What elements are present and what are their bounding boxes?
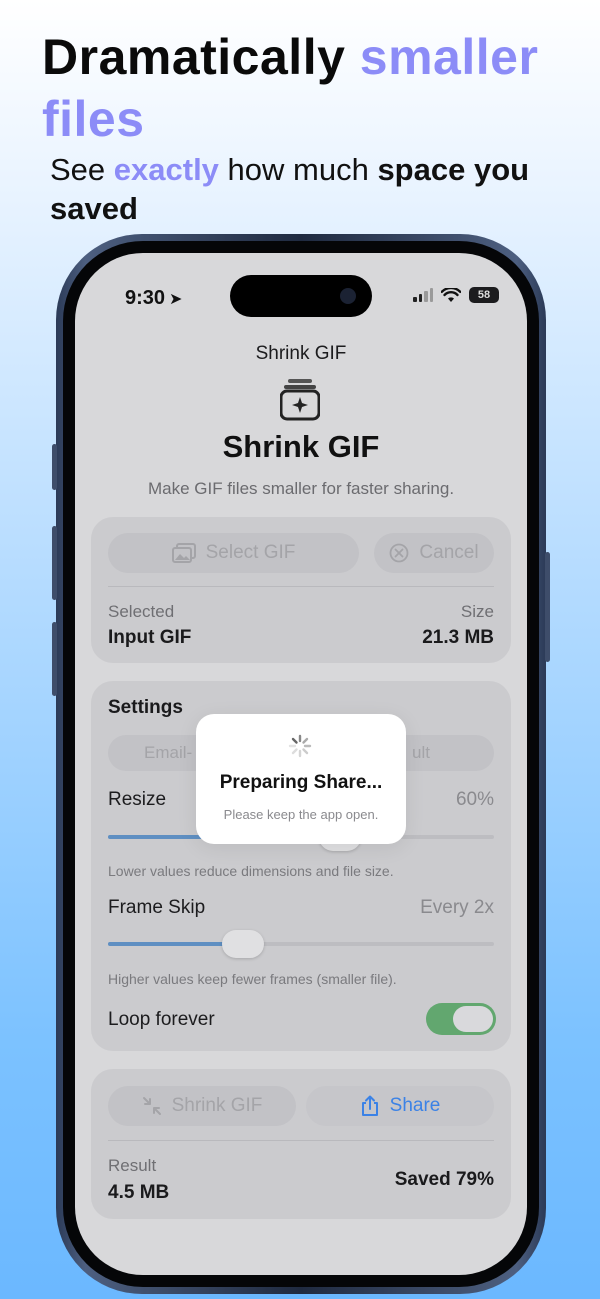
status-icons: 58	[413, 287, 499, 303]
app-stack-sparkle-icon	[280, 379, 320, 421]
share-label: Share	[389, 1095, 441, 1116]
cellular-signal-icon	[413, 288, 433, 302]
headline-text: Dramatically	[42, 29, 360, 85]
resize-hint: Lower values reduce dimensions and file …	[108, 863, 394, 879]
photo-stack-icon	[171, 543, 196, 563]
card-divider	[108, 1140, 494, 1141]
cancel-label: Cancel	[419, 542, 479, 563]
status-time: 9:30 ➤	[125, 287, 182, 310]
frame-skip-label: Frame Skip	[108, 897, 206, 918]
card-divider	[108, 586, 494, 587]
share-button[interactable]: Share	[306, 1086, 494, 1126]
frame-skip-slider[interactable]	[108, 930, 494, 958]
page-title: Shrink GIF	[222, 429, 380, 464]
phone-frame: 9:30 ➤ 58 Shrink GIF Shrink GIF Make GIF…	[52, 234, 550, 1294]
resize-value: 60%	[455, 789, 494, 810]
subhead-accent: exactly	[113, 152, 219, 187]
cancel-button[interactable]: Cancel	[374, 533, 494, 573]
hud-title: Preparing Share...	[219, 772, 383, 793]
segment-email-label[interactable]: Email-	[144, 743, 192, 763]
selected-file-name: Input GIF	[108, 627, 192, 648]
selected-caption: Selected	[108, 602, 175, 621]
phone-bezel: 9:30 ➤ 58 Shrink GIF Shrink GIF Make GIF…	[63, 241, 539, 1287]
subhead-text-2: how much	[218, 152, 378, 187]
page-subtitle: Make GIF files smaller for faster sharin…	[147, 479, 455, 498]
camera-icon	[340, 288, 356, 304]
shrink-gif-label: Shrink GIF	[171, 1095, 263, 1116]
result-card: Shrink GIF Share Result 4.5 MB Saved 79%	[91, 1069, 511, 1219]
volume-down-button	[52, 622, 57, 696]
side-button	[545, 552, 550, 662]
cancel-circle-x-icon	[390, 543, 409, 563]
input-file-size: 21.3 MB	[422, 627, 494, 648]
loop-toggle[interactable]	[426, 1003, 496, 1035]
spinner-icon	[288, 734, 312, 758]
hud-subtitle: Please keep the app open.	[223, 807, 379, 822]
shrink-gif-button[interactable]: Shrink GIF	[108, 1086, 296, 1126]
location-arrow-icon: ➤	[169, 291, 183, 308]
battery-indicator: 58	[469, 287, 499, 303]
action-button	[52, 444, 57, 490]
frame-skip-slider-thumb[interactable]	[222, 930, 264, 958]
nav-title: Shrink GIF	[255, 343, 347, 364]
frame-skip-value: Every 2x	[420, 897, 494, 918]
promo-subheadline: See exactly how much space you saved	[50, 150, 570, 228]
segment-default-label[interactable]: ult	[412, 743, 430, 763]
loop-label: Loop forever	[108, 1009, 215, 1030]
share-icon	[361, 1095, 378, 1116]
subhead-text-1: See	[50, 152, 114, 187]
status-time-text: 9:30	[125, 287, 166, 309]
wifi-icon	[441, 287, 461, 302]
select-gif-button[interactable]: Select GIF	[108, 533, 359, 573]
frame-skip-hint: Higher values keep fewer frames (smaller…	[108, 971, 397, 987]
promo-headline: Dramatically smaller files	[42, 26, 582, 150]
size-caption: Size	[460, 602, 494, 621]
preparing-share-hud: Preparing Share... Please keep the app o…	[196, 714, 406, 844]
dynamic-island	[230, 275, 372, 317]
result-file-size: 4.5 MB	[108, 1182, 170, 1203]
saved-percentage: Saved 79%	[394, 1169, 494, 1190]
resize-label: Resize	[108, 789, 167, 810]
input-card: Select GIF Cancel Selected Size Input GI…	[91, 517, 511, 663]
arrows-compress-icon	[142, 1097, 161, 1115]
result-caption: Result	[108, 1156, 157, 1175]
select-gif-label: Select GIF	[205, 542, 296, 563]
app-screen: 9:30 ➤ 58 Shrink GIF Shrink GIF Make GIF…	[75, 253, 527, 1275]
volume-up-button	[52, 526, 57, 600]
settings-heading: Settings	[108, 697, 183, 718]
loop-toggle-knob[interactable]	[453, 1006, 493, 1032]
